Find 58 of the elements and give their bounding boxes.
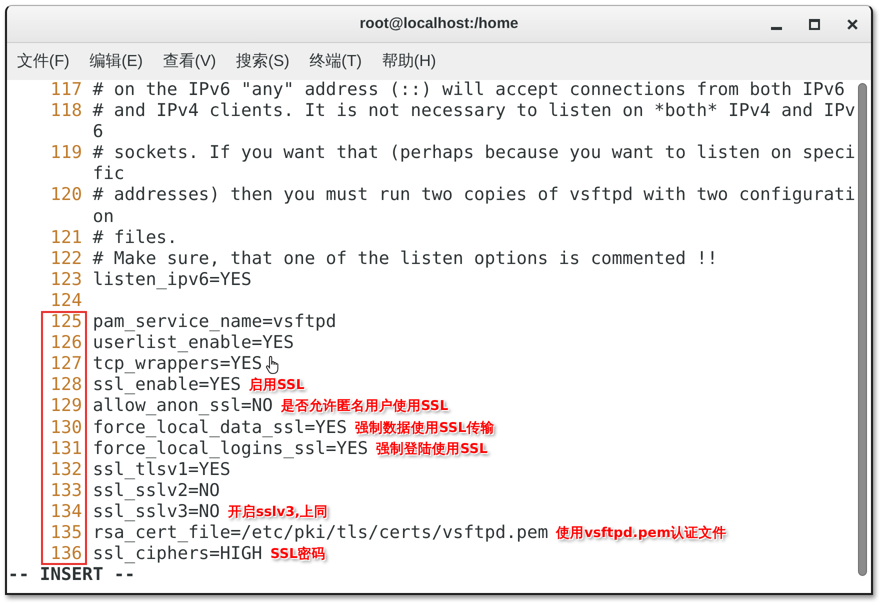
line-number: 131 xyxy=(50,438,82,459)
line-number: 117 xyxy=(50,80,82,100)
annotation-text: 使用vsftpd.pem认证文件 xyxy=(556,524,727,541)
menu-item[interactable]: 文件(F) xyxy=(17,52,70,72)
window-title: root@localhost:/home xyxy=(360,14,518,34)
line-number: 133 xyxy=(50,480,82,501)
code-line: rsa_cert_file=/etc/pki/tls/certs/vsftpd.pem xyxy=(92,522,548,543)
annotation-text: 开启sslv3,上同 xyxy=(228,504,328,520)
code-line: tcp_wrappers=YES xyxy=(92,354,262,374)
line-number: 134 xyxy=(50,502,82,522)
maximize-icon xyxy=(808,18,820,30)
code-line: ssl_sslv3=NO xyxy=(92,502,220,522)
scrollbar-thumb[interactable] xyxy=(858,83,868,576)
mode-indicator: -- INSERT -- xyxy=(8,565,136,586)
code-line: allow_anon_ssl=NO xyxy=(92,396,273,416)
code-line: ssl_tlsv1=YES xyxy=(92,460,230,480)
line-number: 128 xyxy=(50,375,82,396)
close-icon xyxy=(846,18,858,30)
line-number: 129 xyxy=(50,396,82,416)
menu-item[interactable]: 搜索(S) xyxy=(236,52,290,72)
annotation-text: 强制登陆使用SSL xyxy=(376,440,488,457)
line-number: 120 xyxy=(50,185,82,206)
menu-item[interactable]: 终端(T) xyxy=(309,52,362,72)
annotation-text: SSL密码 xyxy=(270,546,326,562)
line-number: 122 xyxy=(50,248,82,269)
code-line: listen_ipv6=YES xyxy=(92,270,252,290)
line-number: 125 xyxy=(50,312,82,332)
line-number: 126 xyxy=(50,333,82,354)
code-line: ssl_ciphers=HIGH xyxy=(92,544,262,564)
minimize-icon xyxy=(770,27,782,30)
code-line: # on the IPv6 "any" address (::) will accept connections from both IPv6 xyxy=(92,80,845,100)
line-number: 123 xyxy=(50,270,82,290)
line-number: 135 xyxy=(50,522,82,543)
line-number: 118 xyxy=(50,101,82,122)
annotation-text: 是否允许匿名用户使用SSL xyxy=(280,398,448,414)
code-line: # files. xyxy=(92,228,178,248)
code-line: # and IPv4 clients. It is not necessary to listen on *both* IPv4 and IPv6 xyxy=(92,101,856,142)
code-line: pam_service_name=vsftpd xyxy=(92,312,336,332)
annotation-text: 启用SSL xyxy=(249,377,304,394)
line-number: 127 xyxy=(50,354,82,374)
line-number: 136 xyxy=(50,544,82,564)
code-line: # sockets. If you want that (perhaps because you want to listen on specific xyxy=(92,143,856,184)
line-number: 132 xyxy=(50,460,82,480)
menu-item[interactable]: 编辑(E) xyxy=(89,52,143,72)
line-number: 121 xyxy=(50,228,82,248)
line-number: 119 xyxy=(50,143,82,164)
menu-item[interactable]: 帮助(H) xyxy=(382,52,436,72)
code-line: userlist_enable=YES xyxy=(92,333,294,354)
code-line: # Make sure, that one of the listen options is commented !! xyxy=(92,248,718,269)
code-line: # addresses) then you must run two copies of vsftpd with two configuration xyxy=(92,185,856,227)
code-line: force_local_data_ssl=YES xyxy=(92,418,347,438)
line-number: 130 xyxy=(50,418,82,438)
line-number: 124 xyxy=(50,290,82,311)
code-line: force_local_logins_ssl=YES xyxy=(92,438,368,459)
code-line: ssl_sslv2=NO xyxy=(92,480,220,501)
menu-item[interactable]: 查看(V) xyxy=(162,52,216,72)
annotation-text: 强制数据使用SSL传输 xyxy=(354,420,494,436)
code-line: ssl_enable=YES xyxy=(92,375,242,396)
